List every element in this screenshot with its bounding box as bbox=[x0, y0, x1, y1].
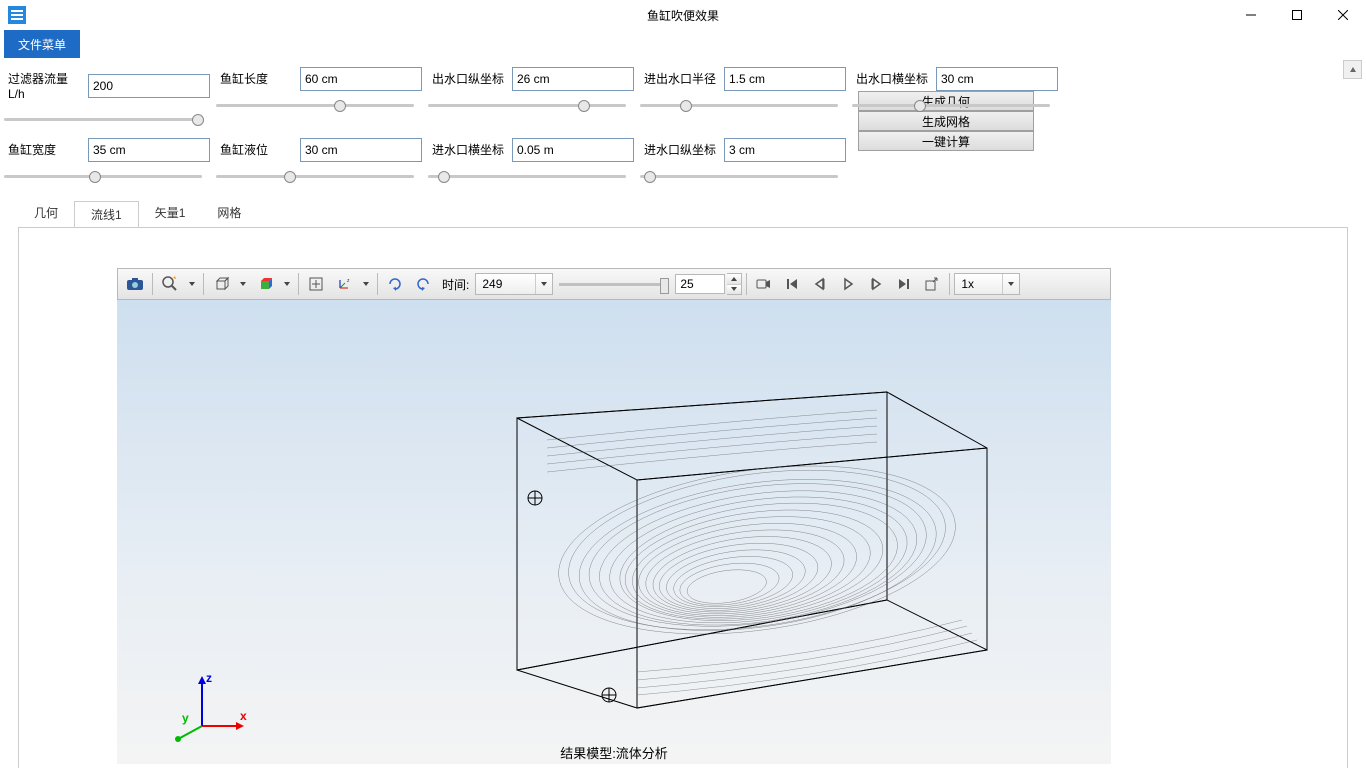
slider-level[interactable] bbox=[216, 168, 414, 184]
param-group-level: 鱼缸液位 bbox=[216, 137, 422, 184]
param-group-length: 鱼缸长度 bbox=[216, 66, 422, 113]
scroll-up-button[interactable] bbox=[1343, 60, 1362, 79]
tab-geometry[interactable]: 几何 bbox=[18, 200, 74, 227]
snapshot-icon[interactable] bbox=[122, 271, 148, 297]
time-value: 249 bbox=[476, 277, 535, 291]
viewcube-dropdown[interactable] bbox=[236, 272, 250, 296]
axis-dropdown[interactable] bbox=[359, 272, 373, 296]
slider-flow[interactable] bbox=[4, 111, 202, 127]
speed-value: 1x bbox=[955, 277, 1002, 291]
titlebar: 鱼缸吹便效果 bbox=[0, 0, 1366, 30]
label-flow: 过滤器流量L/h bbox=[4, 66, 88, 105]
label-radius: 进出水口半径 bbox=[640, 66, 724, 91]
input-level[interactable] bbox=[300, 138, 422, 162]
record-icon[interactable] bbox=[751, 271, 777, 297]
slider-radius[interactable] bbox=[640, 97, 838, 113]
time-label: 时间: bbox=[442, 276, 469, 293]
tab-streamline[interactable]: 流线1 bbox=[74, 201, 139, 228]
viewer-caption: 结果模型:流体分析 bbox=[560, 743, 668, 762]
axis-x-label: x bbox=[240, 709, 247, 723]
axis-triad-icon[interactable]: z bbox=[331, 271, 357, 297]
last-frame-icon[interactable] bbox=[891, 271, 917, 297]
tab-mesh[interactable]: 网格 bbox=[201, 200, 257, 227]
viewer: z 时间: 249 bbox=[117, 268, 1111, 764]
rotate-cw-icon[interactable] bbox=[382, 271, 408, 297]
speed-combo[interactable]: 1x bbox=[954, 273, 1020, 295]
label-inlet-y: 进水口纵坐标 bbox=[640, 137, 724, 162]
param-group-outlet-x: 出水口横坐标 bbox=[852, 66, 1058, 113]
file-menu-button[interactable]: 文件菜单 bbox=[4, 30, 80, 58]
label-length: 鱼缸长度 bbox=[216, 66, 300, 91]
slider-outlet-y[interactable] bbox=[428, 97, 626, 113]
slider-length[interactable] bbox=[216, 97, 414, 113]
label-outlet-y: 出水口纵坐标 bbox=[428, 66, 512, 91]
label-outlet-x: 出水口横坐标 bbox=[852, 66, 936, 91]
slider-width[interactable] bbox=[4, 168, 202, 184]
label-width: 鱼缸宽度 bbox=[4, 137, 88, 162]
time-slider[interactable] bbox=[559, 274, 669, 294]
fps-spinner[interactable] bbox=[727, 273, 742, 295]
first-frame-icon[interactable] bbox=[779, 271, 805, 297]
viewer-frame: z 时间: 249 bbox=[18, 227, 1348, 768]
params-panel: 过滤器流量L/h 鱼缸长度 出水口纵坐标 bbox=[0, 58, 1366, 188]
label-inlet-x: 进水口横坐标 bbox=[428, 137, 512, 162]
fps-down-icon[interactable] bbox=[727, 285, 741, 295]
export-icon[interactable] bbox=[919, 271, 945, 297]
generate-mesh-button[interactable]: 生成网格 bbox=[858, 111, 1034, 131]
chevron-down-icon bbox=[535, 274, 552, 294]
tab-vector[interactable]: 矢量1 bbox=[139, 200, 202, 227]
time-combo[interactable]: 249 bbox=[475, 273, 553, 295]
fps-up-icon[interactable] bbox=[727, 274, 741, 285]
rotate-ccw-icon[interactable] bbox=[410, 271, 436, 297]
app-icon bbox=[8, 6, 26, 24]
view-cube-icon[interactable] bbox=[208, 271, 234, 297]
input-flow[interactable] bbox=[88, 74, 210, 98]
param-group-inlet-y: 进水口纵坐标 bbox=[640, 137, 846, 184]
input-radius[interactable] bbox=[724, 67, 846, 91]
slider-inlet-x[interactable] bbox=[428, 168, 626, 184]
param-group-radius: 进出水口半径 bbox=[640, 66, 846, 113]
zoom-dropdown[interactable] bbox=[185, 272, 199, 296]
axis-y-label: y bbox=[182, 711, 189, 725]
input-width[interactable] bbox=[88, 138, 210, 162]
input-length[interactable] bbox=[300, 67, 422, 91]
view-tabs: 几何 流线1 矢量1 网格 bbox=[18, 200, 1366, 227]
fit-icon[interactable] bbox=[303, 271, 329, 297]
close-button[interactable] bbox=[1320, 0, 1366, 30]
param-group-inlet-x: 进水口横坐标 bbox=[428, 137, 634, 184]
svg-text:z: z bbox=[347, 278, 350, 284]
param-group-width: 鱼缸宽度 bbox=[4, 137, 210, 184]
axis-z-label: z bbox=[206, 671, 212, 685]
3d-viewport[interactable]: x z y 结果模型:流体分析 bbox=[117, 300, 1111, 764]
chevron-down-icon bbox=[1002, 274, 1019, 294]
input-outlet-x[interactable] bbox=[936, 67, 1058, 91]
input-inlet-y[interactable] bbox=[724, 138, 846, 162]
compute-button[interactable]: 一键计算 bbox=[858, 131, 1034, 151]
zoom-icon[interactable] bbox=[157, 271, 183, 297]
prev-frame-icon[interactable] bbox=[807, 271, 833, 297]
minimize-button[interactable] bbox=[1228, 0, 1274, 30]
input-outlet-y[interactable] bbox=[512, 67, 634, 91]
colorcube-dropdown[interactable] bbox=[280, 272, 294, 296]
play-icon[interactable] bbox=[835, 271, 861, 297]
axis-triad: x z y bbox=[172, 666, 252, 746]
param-group-outlet-y: 出水口纵坐标 bbox=[428, 66, 634, 113]
maximize-button[interactable] bbox=[1274, 0, 1320, 30]
label-level: 鱼缸液位 bbox=[216, 137, 300, 162]
input-inlet-x[interactable] bbox=[512, 138, 634, 162]
slider-inlet-y[interactable] bbox=[640, 168, 838, 184]
window-title: 鱼缸吹便效果 bbox=[647, 7, 719, 24]
color-cube-icon[interactable] bbox=[252, 271, 278, 297]
menubar: 文件菜单 bbox=[0, 30, 1366, 58]
param-group-flow: 过滤器流量L/h bbox=[4, 66, 210, 127]
viewer-toolbar: z 时间: 249 bbox=[117, 268, 1111, 300]
next-frame-icon[interactable] bbox=[863, 271, 889, 297]
fps-input[interactable] bbox=[675, 274, 725, 294]
slider-outlet-x[interactable] bbox=[852, 97, 1050, 113]
